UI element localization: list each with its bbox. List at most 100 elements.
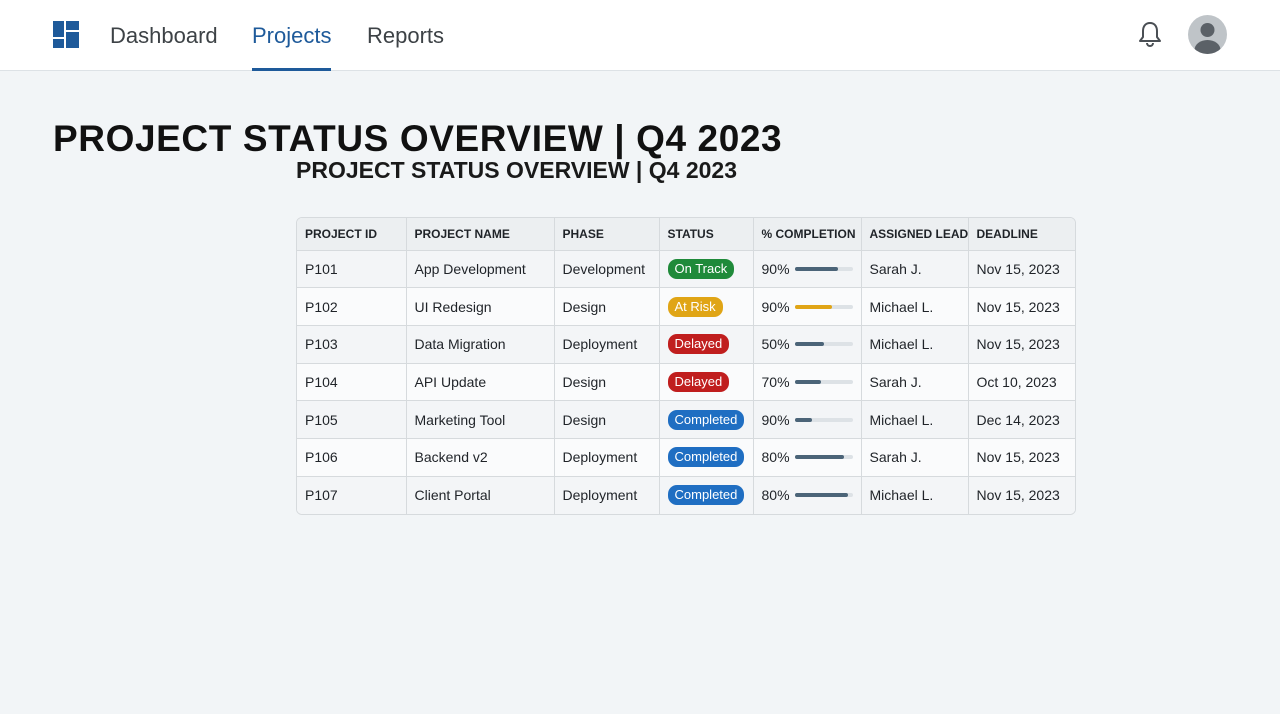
progress-bar-fill [794,304,833,309]
status-badge: Completed [667,485,745,506]
progress-bar [794,455,853,460]
project-name-cell: UI Redesign [406,287,555,326]
status-cell: On Track [659,250,754,289]
table-row[interactable]: P101 App Development Development On Track 90… [297,250,1075,289]
deadline-cell: Nov 15, 2023 [968,325,1075,364]
assigned-lead-cell: Michael L. [861,325,969,364]
progress-bar [794,417,853,422]
table-row[interactable]: P106 Backend v2 Deployment Completed 80% Sara… [297,438,1075,477]
project-id-cell: P103 [297,325,407,364]
phase-cell: Deployment [554,476,660,514]
tab-projects[interactable]: Projects [252,0,332,71]
project-name-cell: Data Migration [406,325,555,364]
progress-bar-fill [794,417,812,422]
status-badge: At Risk [667,296,723,317]
project-name-cell: Client Portal [406,476,555,514]
table-row[interactable]: P107 Client Portal Deployment Completed 80% M… [297,476,1075,514]
column-header-assigned-lead[interactable]: ASSIGNED LEAD [861,218,969,251]
completion-percent: 80% [761,487,790,504]
project-id-cell: P105 [297,400,407,439]
project-id-cell: P106 [297,438,407,477]
progress-bar [794,304,853,309]
assigned-lead-cell: Michael L. [861,400,969,439]
completion-cell: 80% [753,476,862,514]
phase-cell: Design [554,287,660,326]
status-cell: Completed [659,400,754,439]
status-badge: Completed [667,447,745,468]
completion-percent: 90% [761,298,790,315]
project-name-cell: Backend v2 [406,438,555,477]
deadline-cell: Nov 15, 2023 [968,287,1075,326]
top-nav-bar: Dashboard Projects Reports [0,0,1280,71]
status-cell: Completed [659,438,754,477]
project-name-cell: App Development [406,250,555,289]
status-badge: Completed [667,409,745,430]
status-cell: Delayed [659,363,754,402]
progress-bar-fill [794,455,844,460]
status-cell: Delayed [659,325,754,364]
progress-bar [794,493,853,498]
progress-bar-fill [794,266,838,271]
table-row[interactable]: P105 Marketing Tool Design Completed 90% Mich… [297,400,1075,439]
column-header-status[interactable]: STATUS [659,218,754,251]
user-avatar-icon[interactable] [1188,15,1227,54]
table-row[interactable]: P102 UI Redesign Design At Risk 90% Michael L… [297,287,1075,326]
deadline-cell: Dec 14, 2023 [968,400,1075,439]
progress-bar-fill [794,493,848,498]
project-name-cell: API Update [406,363,555,402]
project-id-cell: P104 [297,363,407,402]
tab-reports[interactable]: Reports [367,0,444,71]
progress-bar [794,266,853,271]
column-header-project-name[interactable]: PROJECT NAME [406,218,555,251]
status-badge: Delayed [667,371,730,392]
bell-icon[interactable] [1137,20,1163,48]
status-badge: On Track [667,258,735,279]
assigned-lead-cell: Sarah J. [861,363,969,402]
project-id-cell: P107 [297,476,407,514]
phase-cell: Deployment [554,325,660,364]
progress-bar-fill [794,342,824,347]
dashboard-grid-icon[interactable] [53,21,79,48]
deadline-cell: Nov 15, 2023 [968,438,1075,477]
assigned-lead-cell: Michael L. [861,476,969,514]
project-id-cell: P102 [297,287,407,326]
progress-bar [794,342,853,347]
completion-percent: 90% [761,411,790,428]
column-header-phase[interactable]: PHASE [554,218,660,251]
completion-cell: 80% [753,438,862,477]
project-name-cell: Marketing Tool [406,400,555,439]
column-header-project-id[interactable]: PROJECT ID [297,218,407,251]
phase-cell: Development [554,250,660,289]
progress-bar-fill [794,379,821,384]
completion-cell: 90% [753,400,862,439]
table-row[interactable]: P104 API Update Design Delayed 70% Sarah J. Oc… [297,363,1075,402]
phase-cell: Design [554,400,660,439]
phase-cell: Design [554,363,660,402]
completion-percent: 70% [761,373,790,390]
page-title: PROJECT STATUS OVERVIEW | Q4 2023 [53,118,783,159]
project-status-table: PROJECT ID PROJECT NAME PHASE STATUS % C… [296,217,1076,515]
completion-percent: 50% [761,336,790,353]
table-row[interactable]: P103 Data Migration Deployment Delayed 50% Mi… [297,325,1075,364]
assigned-lead-cell: Sarah J. [861,250,969,289]
status-cell: Completed [659,476,754,514]
table-header-row: PROJECT ID PROJECT NAME PHASE STATUS % C… [297,218,1075,251]
column-header-deadline[interactable]: DEADLINE [968,218,1075,251]
completion-cell: 50% [753,325,862,364]
status-badge: Delayed [667,334,730,355]
tab-dashboard[interactable]: Dashboard [110,0,218,71]
completion-cell: 90% [753,287,862,326]
deadline-cell: Oct 10, 2023 [968,363,1075,402]
assigned-lead-cell: Michael L. [861,287,969,326]
assigned-lead-cell: Sarah J. [861,438,969,477]
completion-cell: 70% [753,363,862,402]
completion-percent: 90% [761,260,790,277]
status-cell: At Risk [659,287,754,326]
column-header-completion[interactable]: % COMPLETION [753,218,862,251]
completion-cell: 90% [753,250,862,289]
phase-cell: Deployment [554,438,660,477]
completion-percent: 80% [761,449,790,466]
page-subtitle: PROJECT STATUS OVERVIEW | Q4 2023 [296,157,737,183]
deadline-cell: Nov 15, 2023 [968,250,1075,289]
project-id-cell: P101 [297,250,407,289]
